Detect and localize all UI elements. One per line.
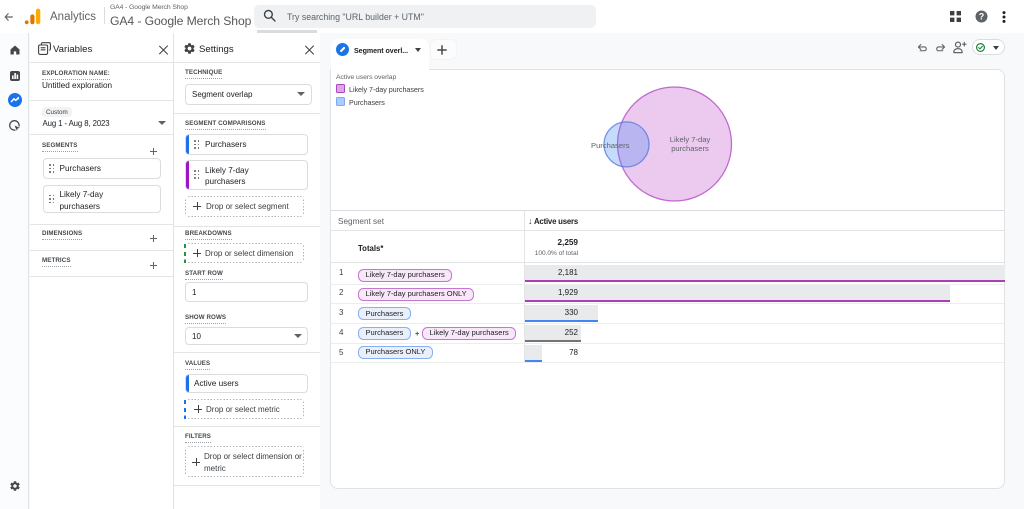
- svg-text:?: ?: [979, 12, 985, 22]
